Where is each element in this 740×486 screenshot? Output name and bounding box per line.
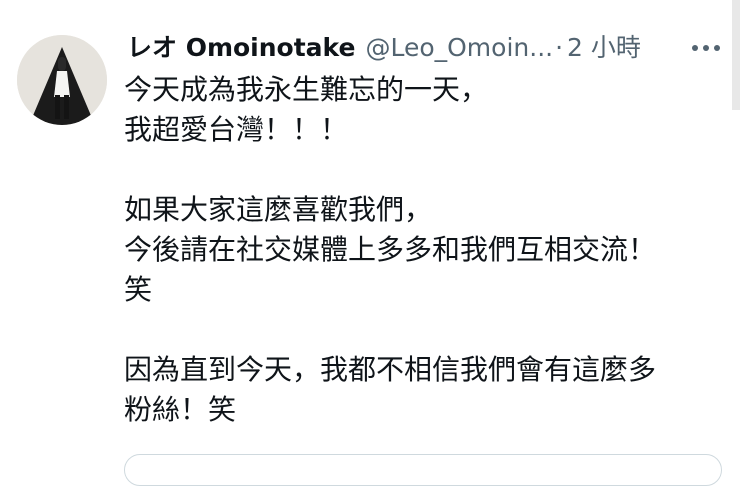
tweet-text-line: 笑 xyxy=(124,273,153,306)
more-horizontal-icon xyxy=(692,45,720,51)
avatar[interactable] xyxy=(17,35,107,125)
tweet-text-line: 今天成為我永生難忘的一天， xyxy=(124,73,489,106)
tweet-body: 今天成為我永生難忘的一天， 我超愛台灣！！！ 如果大家這麼喜歡我們， 今後請在社… xyxy=(124,70,724,430)
avatar-image xyxy=(17,35,107,125)
tweet-text-line: 今後請在社交媒體上多多和我們互相交流！ xyxy=(124,233,657,266)
tweet-text-line: 我超愛台灣！！！ xyxy=(124,113,349,146)
tweet-text-line: 因為直到今天，我都不相信我們會有這麼多 xyxy=(124,353,657,386)
scrollbar[interactable] xyxy=(732,0,740,110)
tweet-text-line: 如果大家這麼喜歡我們， xyxy=(124,193,433,226)
display-name[interactable]: レオ Omoinotake xyxy=(127,30,355,66)
user-handle[interactable]: @Leo_Omoin... xyxy=(365,30,553,66)
separator-dot: · xyxy=(555,33,564,62)
more-button[interactable] xyxy=(684,34,728,62)
tweet-header: レオ Omoinotake @Leo_Omoin... · 2 小時 xyxy=(127,30,641,66)
tweet: レオ Omoinotake @Leo_Omoin... · 2 小時 今天成為我… xyxy=(0,0,740,486)
tweet-text-line: 粉絲！笑 xyxy=(124,393,237,426)
tweet-timestamp[interactable]: 2 小時 xyxy=(567,30,641,66)
quoted-card[interactable] xyxy=(124,454,722,486)
